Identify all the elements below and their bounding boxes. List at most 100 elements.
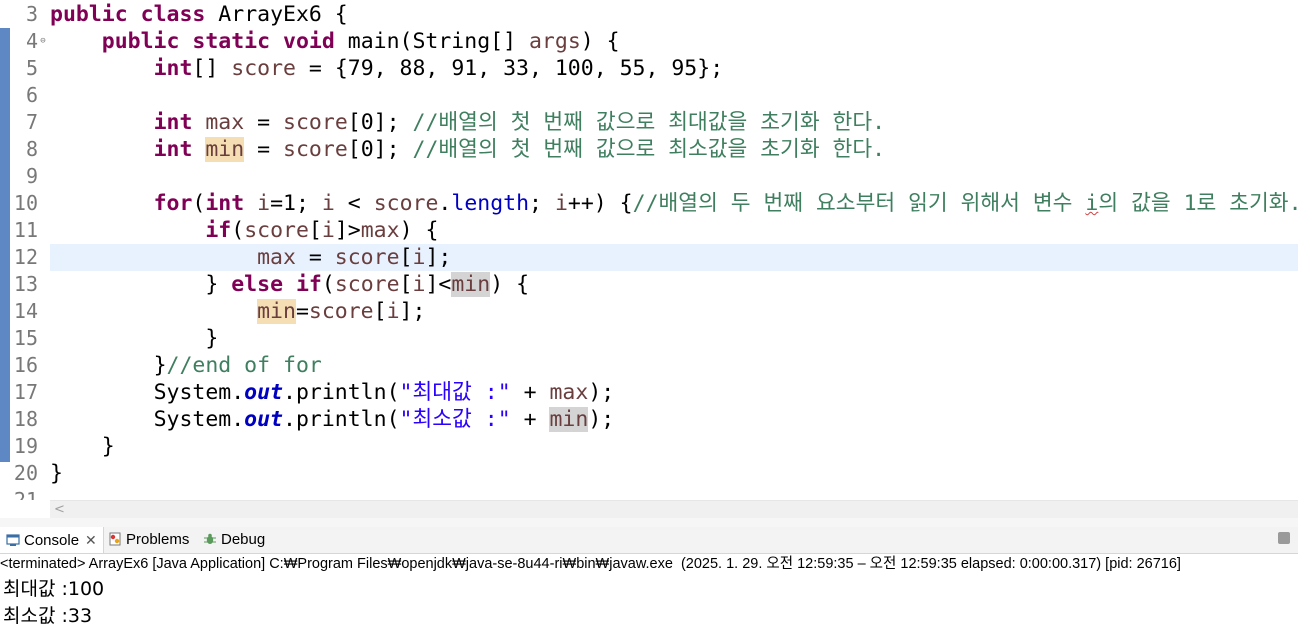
code-text: =1; [270,191,322,216]
keyword: if [205,218,232,243]
change-marker [0,28,10,462]
code-line: if(score[i]>max) { [50,217,1298,244]
line-number: 13 [13,272,38,296]
tab-label: Console [24,532,80,549]
scroll-left-arrow-icon[interactable]: < [54,501,65,519]
code-text: ; [529,191,555,216]
console-process-status: <terminated> ArrayEx6 [Java Application]… [0,554,1298,574]
comment: 의 값을 1로 초기화. [1098,191,1298,216]
view-menu-icon[interactable] [1278,532,1290,544]
variable: i [321,218,335,243]
console-output-line: 최대값 :100 [3,578,105,600]
code-line: for(int i=1; i < score.length; i++) {//배… [50,190,1298,217]
line-number: 6 [25,83,38,107]
code-editor[interactable]: 3 4 5 6 7 8 9 10 11 12 13 14 15 16 17 18… [0,0,1298,500]
variable: i [554,191,568,216]
line-number: 8 [25,137,38,161]
code-text: = [244,110,284,135]
line-number: 17 [13,380,38,404]
comment: //배열의 첫 번째 값으로 최대값을 초기화 한다. [412,110,886,135]
line-number: 9 [25,164,38,188]
keyword: int [153,137,193,162]
code-text: + [510,380,550,405]
variable: max [360,218,400,243]
code-text: [ [399,272,413,297]
comment: //배열의 두 번째 요소부터 읽기 위해서 변수 [632,191,1086,216]
code-text: ); [588,380,615,405]
tab-label: Problems [126,531,190,548]
code-text: } [205,326,219,351]
tab-console[interactable]: Console ✕ [0,527,104,553]
fold-collapse-icon[interactable]: ⊖ [38,36,48,46]
code-text: = {79, 88, 91, 33, 100, 55, 95}; [295,56,724,81]
line-number: 5 [25,56,38,80]
code-text: ( [231,218,245,243]
variable: i [257,191,271,216]
variable: score [283,137,348,162]
line-number: 14 [13,299,38,323]
console-output[interactable]: 최대값 :100 최소값 :33 [0,576,1298,631]
line-number: 16 [13,353,38,377]
problems-icon [108,529,122,546]
line-number: 11 [13,218,38,242]
overview-ruler [0,0,12,500]
code-line: min=score[i]; [50,298,1298,325]
keyword: if [295,272,322,297]
code-text: System. [153,380,245,405]
keyword: public [50,2,128,27]
variable: score [334,245,400,270]
code-text: [ [308,218,322,243]
close-icon[interactable]: ✕ [85,532,97,548]
code-area[interactable]: public class ArrayEx6 { public static vo… [50,0,1298,500]
code-text: } [101,434,115,459]
tab-debug[interactable]: Debug [203,527,265,553]
code-text: .println( [283,380,400,405]
variable: score [334,272,400,297]
code-line: } [50,325,1298,352]
line-number: 19 [13,434,38,458]
code-text: ]< [425,272,452,297]
comment: //end of for [166,353,322,378]
code-text: .println( [283,407,400,432]
code-text: main(String[] [334,29,529,54]
code-text: + [510,407,550,432]
code-text: ); [588,407,615,432]
code-text: ) { [490,272,530,297]
keyword: public [101,29,180,54]
code-text: ( [192,191,206,216]
code-text: = [295,299,309,324]
variable: score [373,191,439,216]
code-text: } [205,272,232,297]
code-line: int min = score[0]; //배열의 첫 번째 값으로 최소값을 … [50,136,1298,163]
variable: i [321,191,335,216]
code-text: ]; [399,299,426,324]
variable: score [244,218,309,243]
static-field: out [244,380,284,405]
variable-occurrence-highlight: min [549,407,589,432]
code-text: System. [153,407,245,432]
code-text: [0]; [347,137,413,162]
line-number: 7 [25,110,38,134]
code-text: } [50,461,63,486]
parameter: args [528,29,581,54]
horizontal-scrollbar[interactable]: < [50,500,1298,519]
code-line: System.out.println("최소값 :" + min); [50,406,1298,433]
line-number: 21 [13,488,38,500]
code-text: . [438,191,452,216]
keyword: int [205,191,245,216]
string-literal: "최대값 :" [399,380,511,405]
tab-problems[interactable]: Problems [108,527,189,553]
comment: //배열의 첫 번째 값으로 최소값을 초기화 한다. [412,137,886,162]
variable: max [257,245,296,270]
code-text: ]; [425,245,452,270]
tab-label: Debug [221,531,266,548]
variable: max [549,380,589,405]
keyword: class [140,2,206,27]
variable: score [231,56,296,81]
debug-icon [203,529,217,544]
code-text: = [295,245,335,270]
variable-write-highlight: min [257,299,296,324]
code-text: ++) { [567,191,633,216]
keyword: int [153,56,193,81]
variable: score [283,110,348,135]
